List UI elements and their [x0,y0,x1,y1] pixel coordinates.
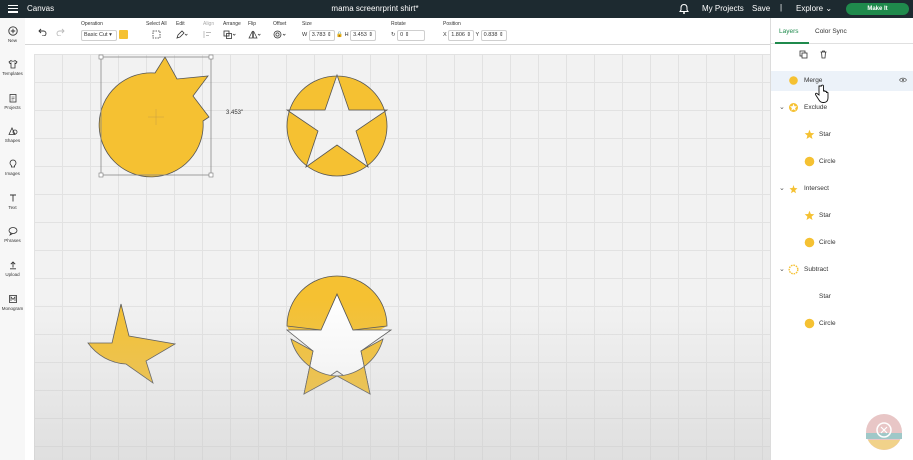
layer-row-circle[interactable]: Circle [771,314,913,334]
layer-row-merge[interactable]: Merge [771,71,913,91]
layer-name: Exclude [804,104,828,111]
tab-layers[interactable]: Layers [779,28,799,35]
trash-icon[interactable] [819,50,828,59]
chevron-down-icon[interactable]: ⌄ [779,265,785,273]
layer-name: Circle [819,239,836,246]
canvas-shapes [87,54,393,395]
subtract-icon [788,264,799,275]
duplicate-icon[interactable] [799,50,808,59]
explore-label: Explore [796,4,824,13]
layers-panel: Layers Color Sync Merge ⌄ Exclude Star C… [770,18,913,460]
chevron-down-icon[interactable]: ⌄ [779,184,785,192]
layer-row-subtract[interactable]: ⌄ Subtract [771,260,913,280]
chevron-down-icon: ⌄ [825,4,833,13]
intersected-circle-star-shape[interactable] [285,275,393,395]
star-icon [804,210,815,220]
layer-name: Circle [819,320,836,327]
layer-row-intersect[interactable]: ⌄ Intersect [771,179,913,199]
layer-row-star[interactable]: Star [771,125,913,145]
intersect-icon [789,185,798,194]
explore-menu[interactable]: Explore ⌄ [796,4,832,13]
layer-row-star[interactable]: Star [771,287,913,307]
circle-icon [804,237,815,248]
layer-row-circle[interactable]: Circle [771,233,913,253]
layer-row-exclude[interactable]: ⌄ Exclude [771,98,913,118]
excluded-circle-star-shape[interactable] [285,73,389,177]
layer-name: Star [819,293,831,300]
circle-icon [804,318,815,329]
layer-name: Star [819,131,831,138]
tab-color-sync[interactable]: Color Sync [815,28,847,35]
make-it-button[interactable]: Make It [846,3,909,15]
subtracted-star-shape[interactable] [87,303,177,385]
layer-name: Subtract [804,266,829,273]
exclude-icon [789,103,798,112]
active-tab-indicator [775,42,809,44]
height-dimension-label: 3.453" [226,110,244,116]
watermark-logo-icon [866,414,902,450]
circle-icon [804,156,815,167]
layer-row-circle[interactable]: Circle [771,152,913,172]
topbar-separator: | [780,3,783,12]
layer-row-star[interactable]: Star [771,206,913,226]
layer-name: Circle [819,158,836,165]
eye-icon[interactable] [899,77,907,83]
star-icon [804,129,815,139]
layer-name: Merge [804,77,823,84]
layer-name: Star [819,212,831,219]
layer-name: Intersect [804,185,829,192]
merge-icon [789,76,798,85]
chevron-down-icon[interactable]: ⌄ [779,103,785,111]
